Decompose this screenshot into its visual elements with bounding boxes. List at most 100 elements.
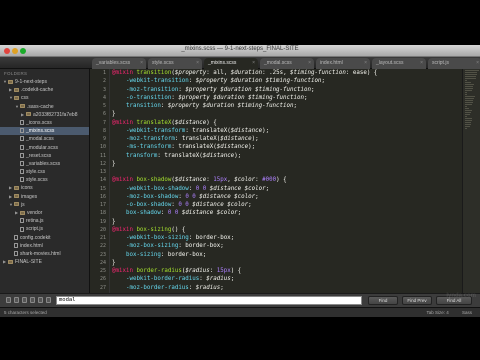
- sidebar-item[interactable]: index.html: [0, 242, 89, 250]
- sidebar-item[interactable]: retina.js: [0, 217, 89, 225]
- status-right: Tab Size: 4 Sass: [414, 308, 472, 317]
- minimap[interactable]: [462, 69, 480, 293]
- code-token: ;: [310, 86, 315, 93]
- tab-label: style.scss: [152, 60, 174, 66]
- sidebar-item[interactable]: ▼ 9-1-next-steps: [0, 78, 89, 86]
- tab-modal-scss[interactable]: _modal.scss ×: [260, 58, 314, 69]
- tab-close-icon[interactable]: ×: [252, 58, 255, 69]
- tab-script-js[interactable]: script.js ×: [428, 58, 480, 69]
- sidebar-header: FOLDERS: [4, 71, 28, 76]
- sidebar-item[interactable]: shark-movies.html: [0, 250, 89, 258]
- code-token: -webkit-box-sizing: [125, 235, 189, 241]
- case-sensitive-toggle-icon[interactable]: [14, 297, 19, 303]
- sidebar-item-label: _icons.scss: [26, 119, 52, 126]
- tab-style-scss[interactable]: style.scss ×: [148, 58, 202, 69]
- regex-toggle-icon[interactable]: [6, 297, 11, 303]
- code-token: : translateX(: [157, 152, 203, 159]
- code-token: #000: [262, 177, 277, 184]
- tab-close-icon[interactable]: ×: [308, 58, 311, 69]
- line-number: 4: [102, 94, 106, 101]
- wrap-toggle-icon[interactable]: [30, 297, 35, 303]
- code-token: : translateX(: [174, 136, 221, 142]
- sidebar-item[interactable]: _mixins.scss: [0, 127, 89, 136]
- file-icon: [20, 136, 24, 142]
- sidebar-item[interactable]: ▼ .sass-cache: [0, 103, 89, 111]
- sidebar-item[interactable]: ▶ a2033f82731fa7eb8: [0, 111, 89, 119]
- code-line: -moz-box-shadow: 0 0 $distance $color;: [112, 193, 462, 201]
- sidebar-item[interactable]: _modular.scss: [0, 144, 89, 152]
- sidebar-item[interactable]: ▼ css: [0, 94, 89, 102]
- sidebar-item[interactable]: _variables.scss: [0, 160, 89, 168]
- line-number: 12: [99, 160, 106, 167]
- code-editor[interactable]: 1 2 3 4 5 6 7 8 9 10 11 12 13 14 15 16 17 18 19 20 21 22 23 24 2…: [90, 69, 480, 293]
- in-selection-toggle-icon[interactable]: [38, 297, 43, 303]
- whole-word-toggle-icon[interactable]: [22, 297, 27, 303]
- sidebar-item-label: retina.js: [26, 218, 44, 225]
- find-button[interactable]: Find: [368, 296, 398, 305]
- tab-close-icon[interactable]: ×: [364, 58, 367, 69]
- folder-icon: [14, 186, 19, 191]
- find-prev-button[interactable]: Find Prev: [402, 296, 432, 305]
- line-number: 20: [99, 226, 106, 233]
- code-token: :: [188, 78, 196, 85]
- code-token: : .25s,: [262, 70, 291, 76]
- code-line: -moz-transition: $property $duration $ti…: [112, 86, 462, 94]
- tab-close-icon[interactable]: ×: [140, 58, 143, 69]
- file-tree: ▼ 9-1-next-steps ▶ .codekit-cache ▼ css ▼ .sass…: [0, 78, 89, 266]
- tab-layout-scss[interactable]: _layout.scss ×: [372, 58, 426, 69]
- code-line: -webkit-transform: translateX($distance)…: [112, 127, 462, 135]
- sidebar-item[interactable]: ▶ images: [0, 193, 89, 201]
- code-token: -moz-transition: [125, 86, 179, 93]
- code-token: transition: [125, 103, 161, 109]
- line-number: 8: [102, 127, 106, 134]
- code-token: ;: [255, 193, 259, 200]
- find-input[interactable]: modal: [56, 296, 362, 305]
- highlight-matches-toggle-icon[interactable]: [46, 297, 51, 303]
- sidebar-item-label: icons: [21, 185, 33, 192]
- code-line: -webkit-transition: $property $duration …: [112, 77, 462, 85]
- sidebar-item[interactable]: ▶ .codekit-cache: [0, 86, 89, 94]
- selection-status: 5 characters selected: [4, 310, 47, 315]
- line-number: 6: [102, 111, 106, 118]
- sidebar-item[interactable]: config.codekit: [0, 234, 89, 242]
- app-window: _mixins.scss — 9-1-next-steps_FINAL-SITE…: [0, 45, 480, 317]
- code-token: : translateX(: [171, 144, 217, 151]
- code-token: $duration: [230, 70, 263, 76]
- tab-size-selector[interactable]: Tab Size: 4: [426, 310, 448, 315]
- code-line: @mixin box-shadow($distance: 15px, $colo…: [112, 176, 462, 184]
- line-number: 27: [99, 284, 106, 291]
- sidebar-item[interactable]: ▶ FINAL-SITE: [0, 258, 89, 266]
- sidebar-item[interactable]: script.js: [0, 225, 89, 233]
- tab-index-html[interactable]: index.html ×: [316, 58, 370, 69]
- code-token: : ease) {: [345, 70, 378, 76]
- title-bar: _mixins.scss — 9-1-next-steps_FINAL-SITE: [0, 45, 480, 57]
- tab-close-icon[interactable]: ×: [476, 58, 479, 69]
- sidebar-item[interactable]: style.scss: [0, 176, 89, 184]
- code-token: -webkit-border-radius: [125, 276, 200, 283]
- code-token: $distance $color: [192, 202, 249, 208]
- tab-close-icon[interactable]: ×: [420, 58, 423, 69]
- tab-variables-scss[interactable]: _variables.scss ×: [92, 58, 146, 69]
- file-icon: [20, 161, 24, 167]
- sidebar-item[interactable]: ▶ vendor: [0, 209, 89, 217]
- sidebar-item[interactable]: ▶ icons: [0, 184, 89, 192]
- syntax-selector[interactable]: Sass: [462, 310, 472, 315]
- folder-icon: [14, 87, 19, 92]
- sidebar-item[interactable]: _icons.scss: [0, 119, 89, 127]
- sidebar-item[interactable]: style.css: [0, 168, 89, 176]
- folder-icon: [14, 194, 19, 199]
- code-token: @mixin: [112, 177, 137, 184]
- tab-close-icon[interactable]: ×: [196, 58, 199, 69]
- tab-mixins-scss[interactable]: _mixins.scss ×: [204, 58, 258, 69]
- folder-icon: [14, 96, 19, 101]
- sidebar-item[interactable]: _modal.scss: [0, 135, 89, 143]
- code-area[interactable]: @mixin transition($property: all, $durat…: [112, 69, 462, 292]
- code-token: $distance $color: [199, 193, 256, 200]
- sidebar-item[interactable]: _reset.scss: [0, 152, 89, 160]
- sidebar-item[interactable]: ▼ js: [0, 201, 89, 209]
